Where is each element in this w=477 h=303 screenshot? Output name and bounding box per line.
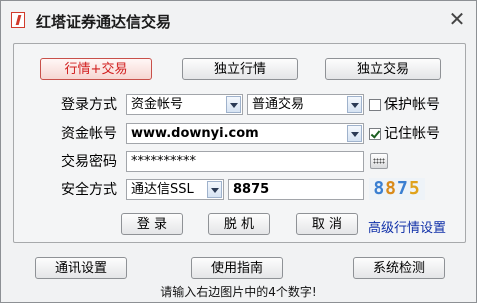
account-value: www.downyi.com — [131, 126, 259, 141]
account-type-value: 资金帐号 — [131, 97, 184, 112]
cancel-button[interactable]: 取 消 — [296, 213, 358, 235]
status-message: 请输入右边图片中的4个数字! — [160, 285, 317, 299]
password-field[interactable]: ********** — [126, 151, 364, 172]
chevron-down-icon[interactable] — [226, 96, 241, 113]
login-panel: 行情+交易 独立行情 独立交易 登录方式 资金帐号 普通交易 保护帐号 资金帐号… — [13, 43, 466, 243]
account-type-select[interactable]: 资金帐号 — [126, 94, 243, 115]
verification-code-input[interactable]: 8875 — [228, 179, 364, 200]
trade-type-value: 普通交易 — [252, 97, 305, 112]
advanced-quote-settings-link[interactable]: 高级行情设置 — [368, 217, 446, 236]
account-label: 资金帐号 — [61, 126, 117, 142]
login-method-label: 登录方式 — [61, 97, 117, 113]
comm-settings-button[interactable]: 通讯设置 — [35, 257, 127, 279]
user-guide-button[interactable]: 使用指南 — [191, 257, 283, 279]
login-window: 红塔证券通达信交易 ✕ 行情+交易 独立行情 独立交易 登录方式 资金帐号 普通… — [0, 0, 477, 303]
chevron-down-icon[interactable] — [207, 181, 222, 198]
security-method-value: 通达信SSL — [131, 182, 194, 197]
captcha-digit: 8 — [385, 178, 397, 199]
soft-keyboard-icon[interactable] — [370, 153, 388, 169]
mode-quote-trade-button[interactable]: 行情+交易 — [40, 58, 152, 80]
remember-account-checkbox[interactable] — [369, 128, 381, 140]
captcha-image[interactable]: 8875 — [369, 178, 425, 200]
offline-button[interactable]: 脱 机 — [208, 213, 270, 235]
login-button[interactable]: 登 录 — [121, 213, 183, 235]
close-icon[interactable]: ✕ — [447, 9, 467, 29]
chevron-down-icon[interactable] — [347, 96, 362, 113]
captcha-digit: 8 — [373, 178, 386, 199]
app-logo-icon — [11, 12, 25, 28]
system-check-button[interactable]: 系统检测 — [353, 257, 445, 279]
captcha-digit: 5 — [408, 178, 421, 199]
remember-account-label: 记住帐号 — [384, 126, 440, 142]
captcha-digit: 7 — [397, 178, 409, 199]
protect-account-label: 保护帐号 — [384, 97, 440, 113]
trade-type-select[interactable]: 普通交易 — [247, 94, 364, 115]
title-bar: 红塔证券通达信交易 ✕ — [1, 1, 476, 39]
window-title: 红塔证券通达信交易 — [36, 13, 172, 31]
mode-quote-only-button[interactable]: 独立行情 — [182, 58, 298, 80]
protect-account-checkbox[interactable] — [369, 99, 381, 111]
password-label: 交易密码 — [61, 154, 117, 170]
mode-trade-only-button[interactable]: 独立交易 — [325, 58, 441, 80]
chevron-down-icon[interactable] — [347, 125, 362, 142]
account-input[interactable]: www.downyi.com — [126, 123, 364, 144]
security-method-label: 安全方式 — [61, 182, 117, 198]
security-method-select[interactable]: 通达信SSL — [126, 179, 224, 200]
